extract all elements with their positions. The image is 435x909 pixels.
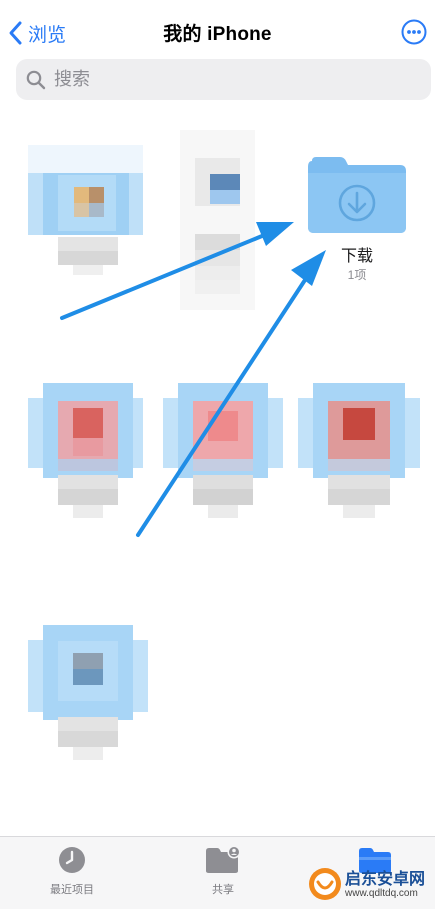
watermark-logo-icon xyxy=(309,868,341,900)
clock-icon xyxy=(59,847,85,873)
tab-label: 最近项目 xyxy=(50,884,94,896)
download-folder[interactable] xyxy=(306,155,408,235)
folder-item-count: 1项 xyxy=(347,268,367,282)
shared-folder-icon xyxy=(206,845,241,873)
tab-label: 共享 xyxy=(212,884,234,896)
blurred-file-item[interactable] xyxy=(163,383,283,518)
watermark-url: www.qdltdq.com xyxy=(345,888,418,899)
download-folder-icon xyxy=(308,157,406,233)
folder-name: 下载 xyxy=(340,248,373,265)
tab-shared[interactable]: 共享 xyxy=(168,837,278,909)
more-options-icon xyxy=(401,19,427,45)
blurred-file-item[interactable] xyxy=(28,145,143,275)
navigation-bar: 浏览 我的 iPhone xyxy=(0,0,435,60)
blurred-file-item[interactable] xyxy=(298,383,420,518)
more-button[interactable] xyxy=(401,19,427,45)
search-input[interactable] xyxy=(52,68,416,91)
blurred-file-item[interactable] xyxy=(180,130,255,310)
search-bar[interactable] xyxy=(16,59,431,100)
search-icon xyxy=(26,70,46,89)
watermark: 启东安卓网 www.qdltdq.com xyxy=(305,862,431,906)
watermark-text: 启东安卓网 xyxy=(345,871,426,888)
tab-recents[interactable]: 最近项目 xyxy=(17,837,127,909)
page-title: 我的 iPhone xyxy=(163,24,272,45)
blurred-file-item[interactable] xyxy=(28,625,148,760)
blurred-file-item[interactable] xyxy=(28,383,143,518)
